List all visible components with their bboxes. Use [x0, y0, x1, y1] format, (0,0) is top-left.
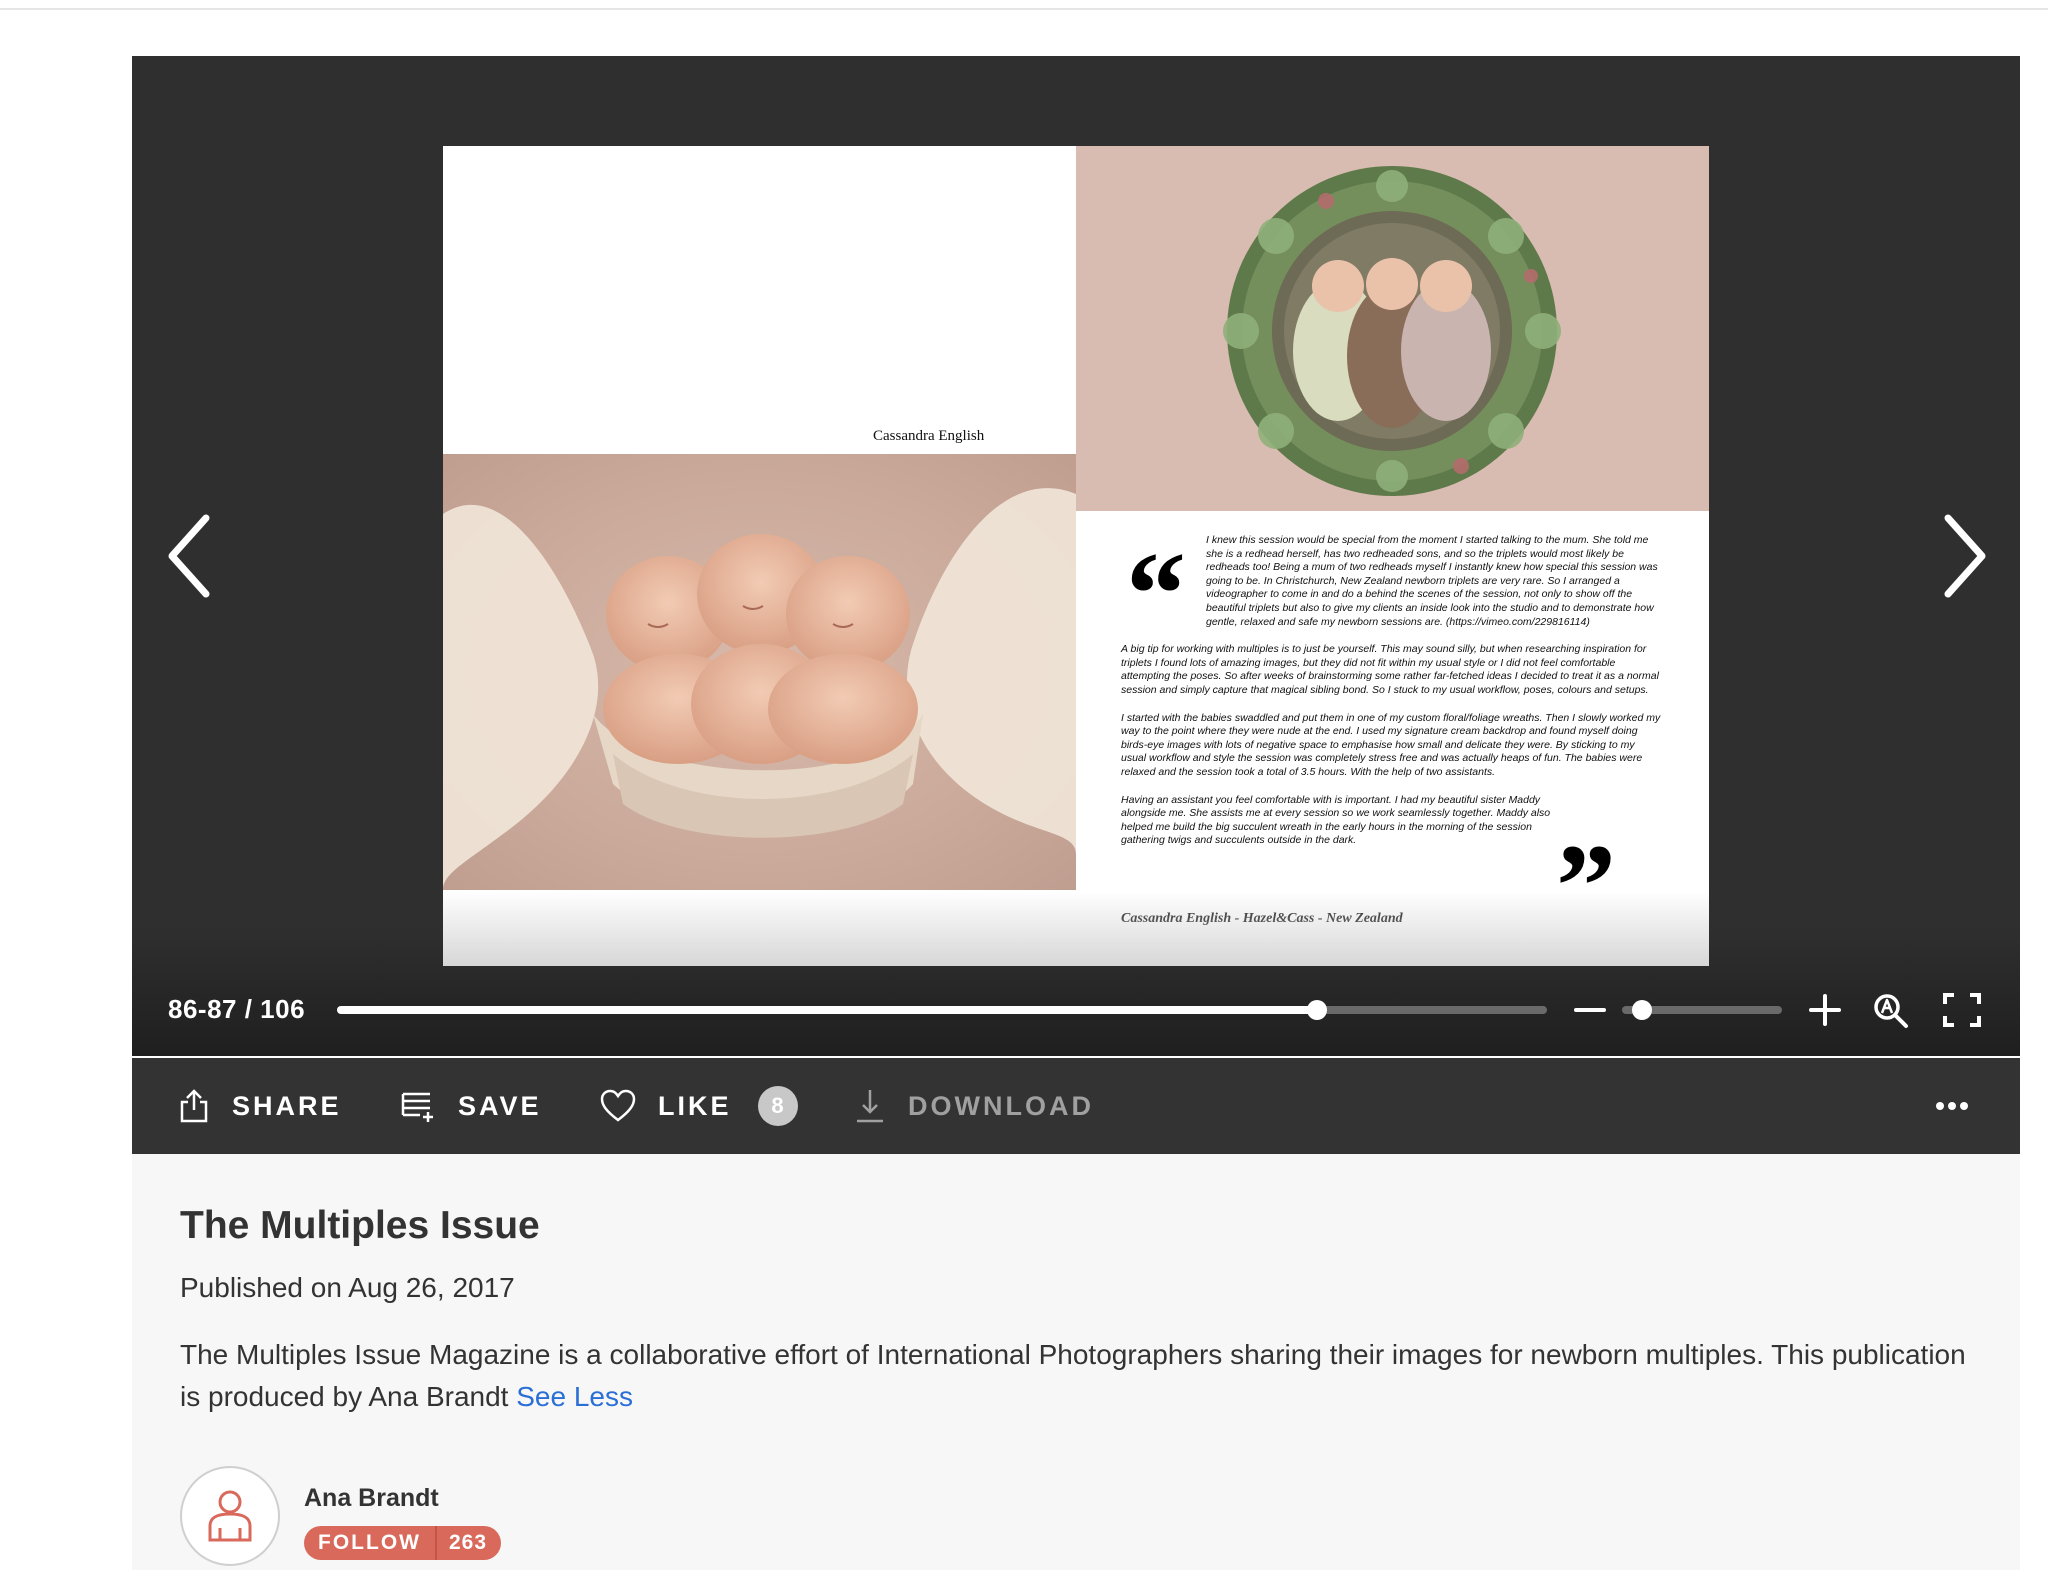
previous-page-button[interactable] [162, 506, 222, 606]
next-page-button[interactable] [1932, 506, 1992, 606]
chevron-left-icon [168, 514, 210, 598]
save-label: SAVE [458, 1090, 542, 1121]
more-dots-icon [1936, 1102, 1968, 1110]
page-progress-slider[interactable] [337, 1000, 1547, 1020]
page-spread[interactable]: Cassandra English “ I knew this session … [443, 146, 1709, 966]
left-page-credit: Cassandra English [873, 428, 985, 444]
right-page: “ I knew this session would be special f… [1076, 146, 1709, 966]
left-page: Cassandra English [443, 146, 1076, 966]
action-bar: SHARE SAVE LIKE 8 DOWNLOAD [132, 1058, 2020, 1154]
zoom-in-button[interactable] [1807, 992, 1843, 1028]
download-button[interactable]: DOWNLOAD [854, 1058, 1094, 1154]
article-text: I knew this session would be special fro… [1121, 534, 1661, 862]
progress-fill [337, 1006, 1318, 1014]
viewer-controls: 86-87 / 106 [132, 986, 2020, 1030]
author-avatar[interactable] [180, 1466, 280, 1566]
author-name[interactable]: Ana Brandt [304, 1484, 439, 1513]
triplets-nude-photo [443, 454, 1076, 890]
publication-info: The Multiples Issue Published on Aug 26,… [132, 1154, 2020, 1570]
more-options-button[interactable] [1932, 1088, 1972, 1124]
minus-icon [1574, 1008, 1606, 1012]
auto-zoom-button[interactable] [1872, 992, 1910, 1030]
page-indicator: 86-87 / 106 [168, 994, 306, 1024]
publish-date: Published on Aug 26, 2017 [180, 1272, 515, 1303]
see-less-link[interactable]: See Less [516, 1381, 633, 1412]
download-icon [857, 1090, 883, 1123]
download-label: DOWNLOAD [908, 1090, 1094, 1121]
user-icon [208, 1490, 252, 1542]
fullscreen-button[interactable] [1942, 992, 1982, 1028]
fullscreen-icon [1943, 993, 1981, 1027]
follower-count: 263 [448, 1531, 488, 1554]
article-paragraph: I knew this session would be special fro… [1206, 534, 1658, 628]
close-quote-mark: ” [1556, 819, 1616, 952]
magnifier-auto-icon [1874, 994, 1908, 1028]
follow-button[interactable]: FOLLOW 263 [304, 1526, 502, 1560]
like-count-badge: 8 [757, 1086, 798, 1126]
share-button[interactable]: SHARE [178, 1058, 342, 1154]
zoom-slider[interactable] [1622, 1000, 1782, 1020]
publication-title: The Multiples Issue [180, 1204, 540, 1247]
plus-icon [1809, 994, 1841, 1026]
article-paragraph: I started with the babies swaddled and p… [1121, 711, 1661, 778]
article-paragraph: A big tip for working with multiples is … [1121, 643, 1659, 696]
chevron-right-icon [1944, 514, 1986, 598]
like-button[interactable]: LIKE 8 [600, 1058, 798, 1154]
save-button[interactable]: SAVE [400, 1058, 542, 1154]
like-label: LIKE [658, 1090, 732, 1121]
share-icon [180, 1089, 208, 1123]
save-stack-icon [401, 1092, 433, 1122]
progress-thumb[interactable] [1307, 1000, 1328, 1020]
publication-description: The Multiples Issue Magazine is a collab… [180, 1334, 1980, 1418]
share-label: SHARE [232, 1090, 342, 1121]
zoom-thumb[interactable] [1631, 1000, 1652, 1020]
triplets-wreath-photo [1076, 146, 1709, 511]
follow-label: FOLLOW [318, 1531, 421, 1554]
zoom-out-button[interactable] [1572, 992, 1608, 1028]
document-viewer[interactable]: Cassandra English “ I knew this session … [132, 56, 2020, 1056]
top-divider [0, 0, 2048, 10]
description-text: The Multiples Issue Magazine is a collab… [180, 1339, 1966, 1412]
heart-icon [600, 1089, 636, 1122]
article-signature: Cassandra English - Hazel&Cass - New Zea… [1121, 911, 1403, 926]
